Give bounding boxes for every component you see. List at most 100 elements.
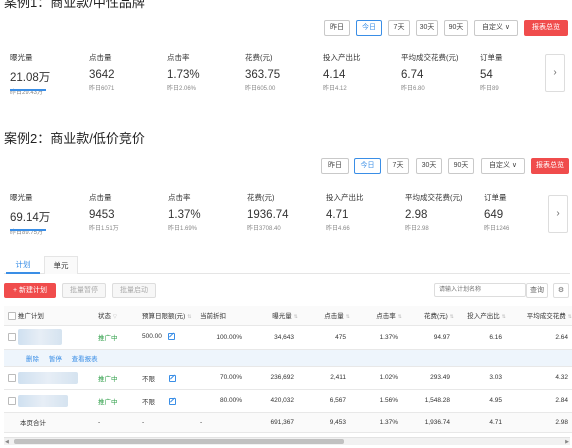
metric-orders[interactable]: 订单量 54 昨日89 [480,52,555,92]
cost-cell: 293.49 [402,366,454,390]
row-checkbox[interactable] [8,373,16,382]
select-all-checkbox[interactable] [8,312,16,321]
btn-custom-dropdown[interactable]: 自定义 ∨ [474,20,518,36]
total-label: 本页合计 [4,412,94,433]
new-plan-button[interactable]: + 新建计划 [4,283,56,298]
metric-cost[interactable]: 花费(元) 1936.74 昨日3708.40 [247,192,322,232]
metric-roi[interactable]: 投入产出比 4.14 昨日4.12 [323,52,398,92]
btn-report-overview[interactable]: 报表总览 [524,20,568,36]
delete-link[interactable]: 删除 [26,356,39,363]
metric-prev: 昨日6071 [89,86,115,92]
col-impressions-label: 曝光量 [272,313,292,321]
total-cost: 1,936.74 [402,412,454,433]
col-roi[interactable]: 投入产出比 ⇅ [454,306,506,326]
metric-ctr[interactable]: 点击率 1.37% 昨日1.69% [168,192,243,232]
btn-custom-dropdown[interactable]: 自定义 ∨ [481,158,525,174]
sort-icon: ⇅ [449,314,454,321]
metric-cost[interactable]: 花费(元) 363.75 昨日605.00 [245,52,320,92]
redacted-plan-name[interactable] [17,371,78,384]
total-roi: 4.71 [454,412,506,433]
btn-yesterday[interactable]: 昨日 [324,20,350,36]
metric-avg-order-cost[interactable]: 平均成交花费(元) 6.74 昨日6.80 [401,52,476,92]
col-plan[interactable]: 推广计划 [4,306,94,326]
horizontal-scrollbar[interactable]: ◀ ▶ [4,437,570,445]
settings-button[interactable]: ⚙ [553,283,569,298]
discount-cell: 70.00% [196,366,246,390]
case1-title: 案例1：商业款/中性品牌 [4,0,145,10]
metric-clicks[interactable]: 点击量 3642 昨日6071 [89,52,164,92]
metric-label: 点击率 [167,53,190,62]
metric-prev: 昨日89 [480,86,499,92]
col-clicks-label: 点击量 [324,313,344,321]
gear-icon: ⚙ [557,287,565,294]
edit-icon[interactable] [169,375,176,383]
btn-90days[interactable]: 90天 [448,158,474,174]
edit-icon[interactable] [169,398,176,406]
total-avg: 2.98 [506,412,572,433]
roi-cell: 6.16 [454,325,506,350]
chevron-right-icon: › [556,208,560,219]
view-report-link[interactable]: 查看报表 [72,356,98,363]
pause-link[interactable]: 暂停 [49,356,62,363]
btn-today[interactable]: 今日 [356,20,382,36]
edit-icon[interactable] [167,333,175,341]
ctr-cell: 1.37% [350,325,402,350]
metric-value: 6.74 [401,69,424,81]
case2-title: 案例2：商业款/低价竞价 [4,131,145,146]
scrollbar-right-arrow[interactable]: ▶ [565,439,569,445]
tab-unit[interactable]: 单元 [44,256,78,274]
redacted-plan-name[interactable] [17,394,68,407]
tabs-border [4,273,570,274]
budget-value: 不限 [142,398,155,406]
metric-clicks[interactable]: 点击量 9453 昨日1.51万 [89,192,164,232]
col-plan-label: 推广计划 [17,313,44,321]
batch-start-button[interactable]: 批量启动 [112,283,156,298]
table-row[interactable]: 推广中 500.00 100.00% 34,643 475 1.37% 94.9… [4,325,572,350]
metric-prev: 昨日3708.40 [247,226,281,232]
metric-avg-order-cost[interactable]: 平均成交花费(元) 2.98 昨日2.98 [405,192,480,232]
btn-7days[interactable]: 7天 [387,158,409,174]
metric-roi[interactable]: 投入产出比 4.71 昨日4.66 [326,192,401,232]
scrollbar-thumb[interactable] [14,439,344,444]
col-clicks[interactable]: 点击量 ⇅ [298,306,350,326]
batch-pause-button[interactable]: 批量暂停 [62,283,106,298]
btn-7days[interactable]: 7天 [388,20,410,36]
col-cost[interactable]: 花费(元) ⇅ [402,306,454,326]
search-button[interactable]: 查询 [526,283,548,298]
btn-30days[interactable]: 30天 [416,158,442,174]
active-underline [10,89,46,91]
metric-value: 69.14万 [10,212,51,224]
row-checkbox[interactable] [8,396,16,405]
col-impressions[interactable]: 曝光量 ⇅ [246,306,298,326]
metric-prev: 昨日4.66 [326,226,350,232]
btn-yesterday[interactable]: 昨日 [321,158,349,174]
row-checkbox[interactable] [8,333,16,341]
scrollbar-left-arrow[interactable]: ◀ [5,439,9,445]
btn-90days[interactable]: 90天 [444,20,468,36]
col-status[interactable]: 状态 ▽ [94,306,138,326]
status-cell: 推广中 [94,325,138,350]
btn-30days[interactable]: 30天 [416,20,438,36]
sort-icon: ⇅ [397,314,402,321]
clicks-cell: 6,567 [298,389,350,413]
sort-icon: ⇅ [345,314,350,321]
col-avg-cost[interactable]: 平均成交花费 ⇅ [506,306,572,326]
btn-report-overview[interactable]: 报表总览 [531,158,569,174]
tab-plan[interactable]: 计划 [6,256,40,274]
col-budget[interactable]: 预算日限额(元) ⇅ [138,306,196,326]
metric-ctr[interactable]: 点击率 1.73% 昨日2.06% [167,52,242,92]
metric-impressions[interactable]: 曝光量 21.08万 昨日29.43万 [10,52,85,96]
table-row[interactable]: 推广中 不限 70.00% 236,692 2,411 1.02% 293.49… [4,366,572,390]
redacted-plan-name[interactable] [17,329,62,345]
plan-search-input[interactable] [434,283,526,297]
table-row[interactable]: 推广中 不限 80.00% 420,032 6,567 1.56% 1,548.… [4,389,572,413]
btn-today[interactable]: 今日 [354,158,381,174]
metric-impressions[interactable]: 曝光量 69.14万 昨日89.75万 [10,192,85,236]
metric-value: 4.71 [326,209,349,221]
next-arrow-button[interactable]: › [545,54,565,92]
col-avg-cost-label: 平均成交花费 [526,313,566,321]
metric-value: 363.75 [245,69,281,81]
next-arrow-button[interactable]: › [548,195,568,233]
col-ctr[interactable]: 点击率 ⇅ [350,306,402,326]
impressions-cell: 236,692 [246,366,298,390]
